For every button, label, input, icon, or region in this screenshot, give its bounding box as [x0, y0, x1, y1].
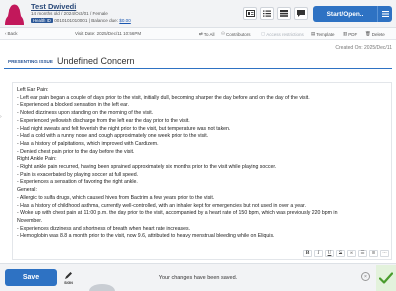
more-format-button[interactable]: ⋯: [380, 250, 389, 257]
trash-icon: 🗑: [365, 31, 371, 36]
note-line: - Woke up with chest pain at 11:00 p.m. …: [17, 210, 338, 217]
assistant-bubble[interactable]: [89, 284, 115, 291]
pdf-icon: ▥: [343, 31, 348, 36]
note-line: Right Ankle Pain:: [17, 156, 57, 163]
bold-button[interactable]: B: [303, 250, 312, 257]
lock-icon: ▢: [261, 31, 266, 36]
people-icon: ⚇: [221, 31, 226, 36]
list-icon: [263, 10, 271, 17]
sign-label: SIGN: [64, 281, 73, 285]
note-line: - Denied chest pain prior to the day bef…: [17, 148, 135, 155]
strike-button[interactable]: S: [336, 250, 345, 257]
note-line: - Had a cold with a runny nose and cough…: [17, 133, 209, 140]
title-divider: [4, 68, 392, 69]
patient-meta: 14 months old / 2024/Oct/01 / Female: [31, 11, 108, 16]
note-line: - Right ankle pain recurred, having been…: [17, 164, 277, 171]
delete-button[interactable]: 🗑 Delete: [365, 31, 385, 37]
italic-button[interactable]: I: [314, 250, 323, 257]
to-all-label: To All: [203, 31, 215, 37]
underline-button[interactable]: U: [325, 250, 334, 257]
note-editor[interactable]: Left Ear Pain: - Left ear pain began a co…: [12, 82, 392, 260]
health-id-badge: Health ID: [31, 18, 53, 23]
close-icon[interactable]: ×: [361, 272, 370, 281]
back-label: Back: [7, 31, 18, 36]
pdf-label: PDF: [348, 31, 358, 37]
message-button[interactable]: [294, 7, 308, 20]
note-line: - Experienced a blocked sensation in the…: [17, 102, 129, 109]
health-id-value: 0010101010001: [54, 18, 88, 23]
note-line: - Allergic to sulfa drugs, which caused …: [17, 194, 215, 201]
numbered-list-button[interactable]: ≡: [369, 250, 378, 257]
concern-title[interactable]: Undefined Concern: [57, 56, 135, 66]
numbered-list-icon: ≡: [371, 251, 376, 256]
table-view-button[interactable]: [277, 7, 291, 20]
note-line: - Experiences a sensation of favoring th…: [17, 179, 138, 186]
to-all-button[interactable]: ⇄ To All: [199, 31, 215, 37]
section-label: PRESENTING ISSUE: [8, 59, 53, 64]
checkmark-icon: [379, 272, 393, 284]
note-line: - Experiences dizziness and shortness of…: [17, 225, 191, 232]
note-line: Left Ear Pain:: [17, 87, 49, 93]
pdf-button[interactable]: ▥ PDF: [343, 31, 357, 37]
balance-label: Balance due:: [91, 18, 119, 23]
note-line: - Had night sweats and felt feverish the…: [17, 125, 231, 132]
patient-name[interactable]: Test Dwivedi: [31, 2, 76, 11]
patient-avatar-icon: [5, 4, 24, 25]
list-view-button[interactable]: [260, 7, 274, 20]
chevron-left-icon: ‹: [5, 31, 7, 36]
template-label: Template: [316, 31, 335, 37]
link-button[interactable]: ∞: [347, 250, 356, 257]
back-button[interactable]: ‹ Back: [5, 31, 18, 36]
chevron-right-icon[interactable]: ›: [0, 114, 2, 120]
table-icon: [280, 10, 288, 17]
note-line: - Has a history of childhood asthma, cur…: [17, 202, 306, 209]
header-menu-button[interactable]: [377, 6, 392, 22]
link-icon: ∞: [349, 251, 354, 256]
card-icon: [245, 10, 255, 17]
more-icon: ⋯: [382, 251, 387, 256]
patient-header: Test Dwivedi 14 months old / 2024/Oct/01…: [0, 0, 396, 28]
saved-message: Your changes have been saved.: [158, 275, 238, 281]
note-line: - Noted dizziness upon standing on the m…: [17, 110, 154, 117]
format-bar: B I U S ∞ ☰ ≡ ⋯: [303, 250, 389, 257]
bullet-list-button[interactable]: ☰: [358, 250, 367, 257]
note-line: - Pain is exacerbated by playing soccer …: [17, 171, 139, 178]
card-view-button[interactable]: [243, 7, 257, 20]
footer-bar: Save SIGN Your changes have been saved. …: [0, 263, 396, 291]
template-button[interactable]: ▤ Template: [311, 31, 335, 37]
balance-value[interactable]: $0.00: [119, 18, 131, 23]
created-date: Created On: 2025/Dec/11: [335, 45, 392, 51]
contributors-label: Contributors: [226, 31, 251, 37]
access-restrictions-label: Access restrictions: [266, 31, 304, 37]
note-line: General:: [17, 187, 37, 194]
contributors-button[interactable]: ⚇ Contributors: [221, 31, 251, 37]
saved-status: [376, 265, 396, 291]
visit-date-label: Visit Date: 2025/Dec/11 10:56PM: [75, 31, 142, 36]
note-line: - Has a history of palpitations, which i…: [17, 140, 159, 147]
note-line: - Hemoglobin was 8.8 a month prior to th…: [17, 233, 275, 240]
note-line: - Left ear pain began a couple of days p…: [17, 94, 310, 101]
visit-date: Visit Date: 2025/Dec/11 10:56PM: [75, 31, 141, 36]
share-icon: ⇄: [199, 31, 203, 36]
patient-ids: Health ID 0010101010001 | Balance due: $…: [31, 18, 131, 23]
hamburger-icon: [381, 11, 389, 17]
note-toolbar: ‹ Back Visit Date: 2025/Dec/11 10:56PM ⇄…: [0, 28, 396, 40]
delete-label: Delete: [371, 31, 385, 37]
bullet-list-icon: ☰: [360, 251, 365, 256]
message-icon: [297, 10, 305, 17]
note-line: November.: [17, 217, 43, 224]
note-text[interactable]: Left Ear Pain: - Left ear pain began a co…: [13, 83, 391, 241]
note-line: - Experienced yellowish discharge from t…: [17, 117, 190, 124]
template-icon: ▤: [311, 31, 316, 36]
start-open-button[interactable]: Start/Open..: [313, 6, 377, 22]
access-restrictions-button[interactable]: ▢ Access restrictions: [261, 31, 304, 37]
